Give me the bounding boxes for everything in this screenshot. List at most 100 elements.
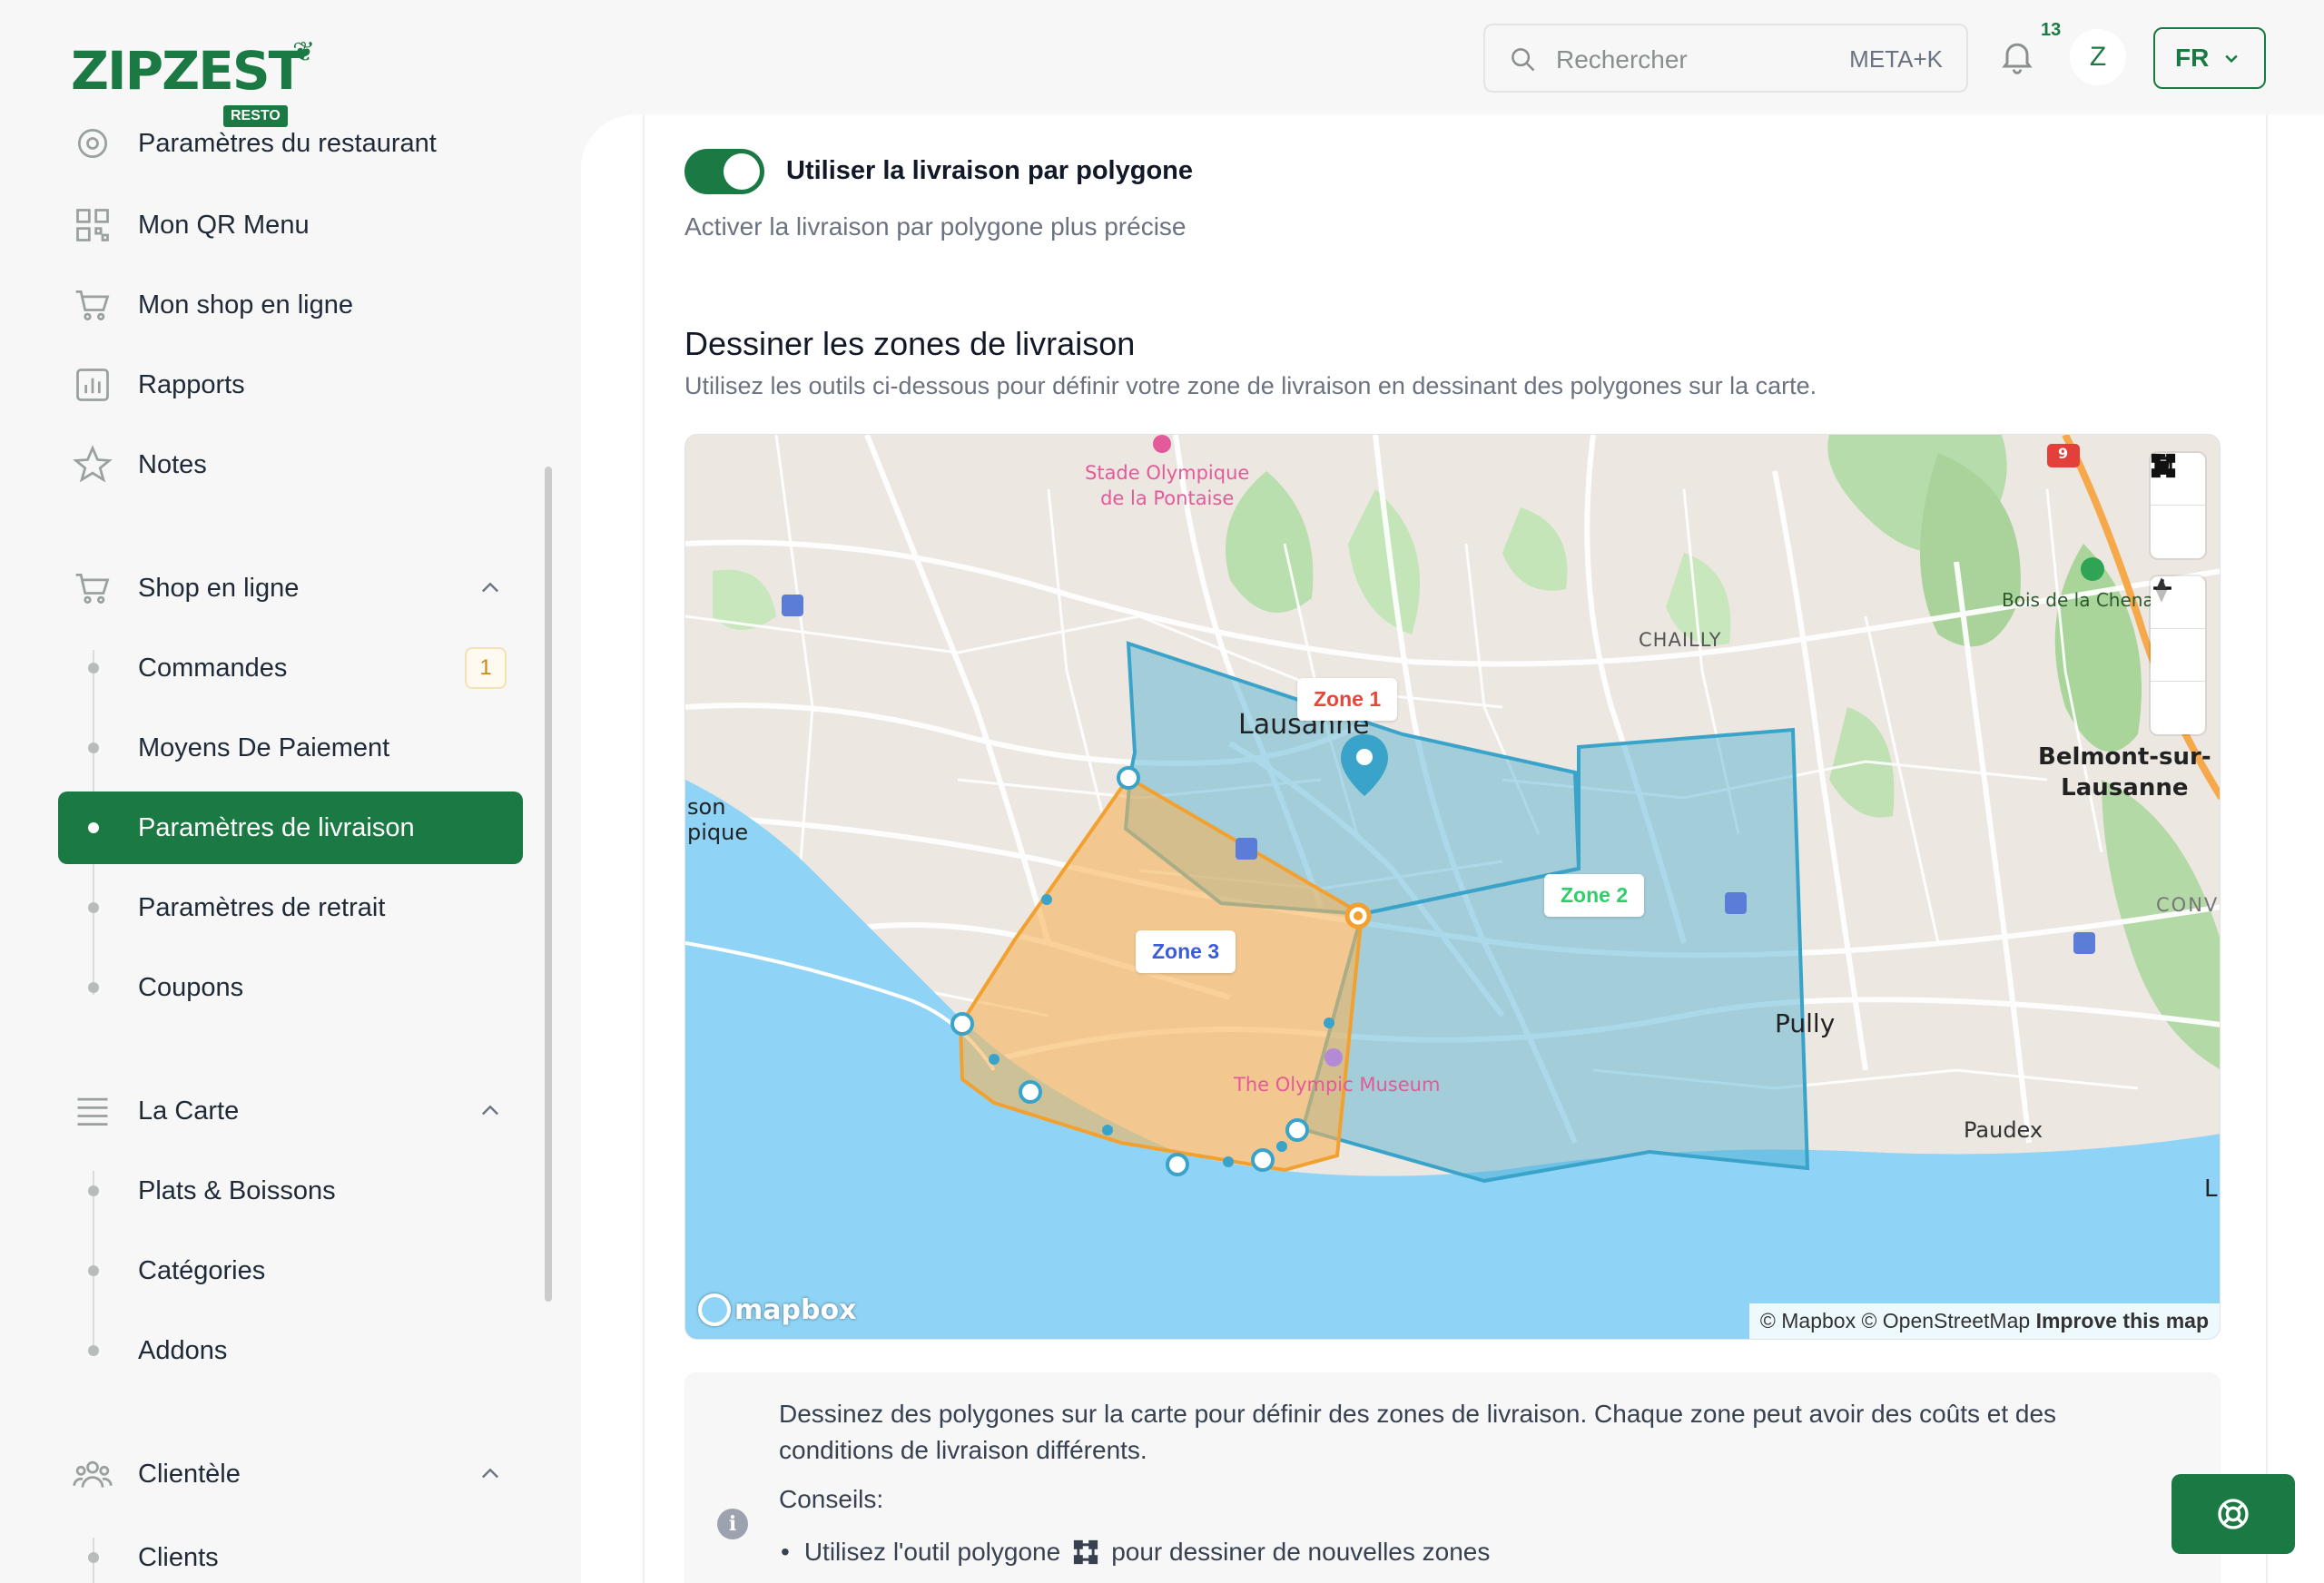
toggle-label: Utiliser la livraison par polygone xyxy=(786,156,1194,185)
submenu-dot xyxy=(88,1265,99,1276)
sidebar-item-coupons[interactable]: Coupons xyxy=(138,960,243,1015)
chevron-down-icon xyxy=(2225,54,2238,64)
mapbox-logo-icon xyxy=(698,1293,731,1326)
leaf-icon: ❦ xyxy=(292,37,316,67)
sidebar-item-orders[interactable]: Commandes xyxy=(138,641,287,695)
sidebar-item-label: Paramètres du restaurant xyxy=(138,128,437,158)
attribution-text: © Mapbox © OpenStreetMap xyxy=(1759,1309,2031,1332)
sidebar-item-pickup-settings[interactable]: Paramètres de retrait xyxy=(138,880,385,935)
sidebar-item-payment-methods[interactable]: Moyens De Paiement xyxy=(138,721,389,775)
zoom-controls xyxy=(2151,576,2205,734)
map-label-stade-line1: Stade Olympique xyxy=(1085,462,1250,484)
sidebar-item-delivery-settings[interactable]: Paramètres de livraison xyxy=(138,801,415,855)
tips-label: Conseils: xyxy=(779,1485,884,1513)
search-shortcut: META+K xyxy=(1849,45,1943,73)
submenu-dot xyxy=(88,1185,99,1196)
map-label-conv: CONV xyxy=(2156,894,2220,916)
map-attribution: © Mapbox © OpenStreetMap Improve this ma… xyxy=(1748,1303,2220,1339)
map-label-belmont: Belmont-sur- Lausanne xyxy=(2038,742,2211,803)
delete-tool-button[interactable] xyxy=(2151,454,2205,558)
help-button[interactable] xyxy=(2171,1474,2295,1554)
sidebar-item-label: Rapports xyxy=(138,369,245,399)
sidebar-section-clients[interactable]: Clientèle xyxy=(73,1447,241,1501)
polygon-delivery-toggle[interactable] xyxy=(684,149,764,194)
map-label-l: L xyxy=(2204,1175,2218,1203)
qr-code-icon xyxy=(76,209,109,241)
zone-1-label[interactable]: Zone 1 xyxy=(1297,678,1398,721)
map-label-pique: pique xyxy=(687,820,749,845)
sidebar: Paramètres du restaurant Mon QR Menu Mon… xyxy=(0,114,563,1583)
trash-icon xyxy=(2154,454,2171,475)
avatar[interactable]: Z xyxy=(2070,29,2126,85)
sidebar-item-addons[interactable]: Addons xyxy=(138,1323,227,1378)
bullet-dot: • xyxy=(781,1538,790,1566)
submenu-dot xyxy=(88,742,99,753)
language-select[interactable]: FR xyxy=(2153,27,2266,89)
sidebar-section-shop[interactable]: Shop en ligne xyxy=(73,561,299,615)
toggle-knob xyxy=(724,153,760,190)
map-label-son: son xyxy=(687,794,726,820)
tip-text-after: pour dessiner de nouvelles zones xyxy=(1111,1538,1491,1566)
sidebar-item-reports[interactable]: Rapports xyxy=(73,358,245,412)
map-label-belmont-line2: Lausanne xyxy=(2061,774,2189,801)
info-box: i Dessinez des polygones sur la carte po… xyxy=(684,1372,2221,1583)
section-title: Dessiner les zones de livraison xyxy=(684,325,1136,362)
map-label-stade-line2: de la Pontaise xyxy=(1100,487,1235,509)
sidebar-item-qr-menu[interactable]: Mon QR Menu xyxy=(73,198,310,252)
sidebar-section-label: Shop en ligne xyxy=(138,573,300,603)
sidebar-item-label: Notes xyxy=(138,449,207,479)
sidebar-item-online-shop[interactable]: Mon shop en ligne xyxy=(73,278,353,332)
zoom-out-button[interactable] xyxy=(2151,586,2205,682)
submenu-dot xyxy=(88,1552,99,1563)
orders-count-badge: 1 xyxy=(465,647,507,689)
sidebar-section-carte[interactable]: La Carte xyxy=(73,1084,239,1138)
star-icon xyxy=(73,445,113,483)
sidebar-item-categories[interactable]: Catégories xyxy=(138,1244,265,1298)
mapbox-logo[interactable]: mapbox xyxy=(698,1293,856,1326)
map-label-belmont-line1: Belmont-sur- xyxy=(2038,743,2211,771)
delivery-map[interactable]: Stade Olympique de la Pontaise Lausanne … xyxy=(684,434,2221,1340)
sidebar-item-label: Mon QR Menu xyxy=(138,210,310,240)
submenu-line xyxy=(93,1171,94,1352)
search-input[interactable]: Rechercher META+K xyxy=(1483,24,1968,93)
sidebar-item-notes[interactable]: Notes xyxy=(73,438,207,492)
map-label-bois: Bois de la Chenaie xyxy=(2002,589,2171,611)
polygon-icon xyxy=(1074,1539,1098,1565)
sidebar-item-label: Mon shop en ligne xyxy=(138,290,353,320)
users-icon xyxy=(73,1460,113,1488)
compass-button[interactable] xyxy=(2151,577,2205,734)
brand-logo[interactable]: ZIPZEST RESTO ❦ xyxy=(71,37,315,127)
sidebar-section-label: Clientèle xyxy=(138,1459,241,1489)
search-placeholder: Rechercher xyxy=(1556,45,1688,74)
cart-icon xyxy=(75,573,110,604)
brand-badge: RESTO xyxy=(223,105,288,127)
sidebar-scrollbar[interactable] xyxy=(545,467,552,1302)
language-value: FR xyxy=(2175,44,2210,72)
settings-icon xyxy=(77,128,108,159)
bell-icon[interactable] xyxy=(1997,36,2037,76)
chevron-up-icon[interactable] xyxy=(478,1098,503,1124)
sidebar-item-clients[interactable]: Clients xyxy=(138,1530,219,1583)
compass-icon xyxy=(2155,577,2168,603)
map-label-route: 9 xyxy=(2058,445,2069,462)
submenu-dot xyxy=(88,822,99,833)
chevron-up-icon[interactable] xyxy=(478,575,503,601)
sidebar-item-dishes[interactable]: Plats & Boissons xyxy=(138,1164,336,1218)
map-label-stade: Stade Olympique de la Pontaise xyxy=(1085,460,1249,511)
improve-map-link[interactable]: Improve this map xyxy=(2036,1309,2209,1332)
notification-count: 13 xyxy=(2041,20,2062,40)
chart-icon xyxy=(76,369,109,401)
map-label-pully: Pully xyxy=(1775,1008,1836,1038)
info-icon: i xyxy=(717,1509,748,1539)
sidebar-section-label: La Carte xyxy=(138,1096,240,1126)
section-description: Utilisez les outils ci-dessous pour défi… xyxy=(684,372,1817,399)
chevron-up-icon[interactable] xyxy=(478,1461,503,1487)
zone-3-label[interactable]: Zone 3 xyxy=(1136,930,1236,973)
map-label-chailly: CHAILLY xyxy=(1639,629,1722,651)
submenu-dot xyxy=(88,902,99,913)
submenu-dot xyxy=(88,982,99,993)
info-text: Dessinez des polygones sur la carte pour… xyxy=(779,1400,2057,1464)
cart-icon xyxy=(75,290,110,320)
map-label-museum: The Olympic Museum xyxy=(1234,1074,1441,1096)
zone-2-label[interactable]: Zone 2 xyxy=(1544,874,1645,917)
